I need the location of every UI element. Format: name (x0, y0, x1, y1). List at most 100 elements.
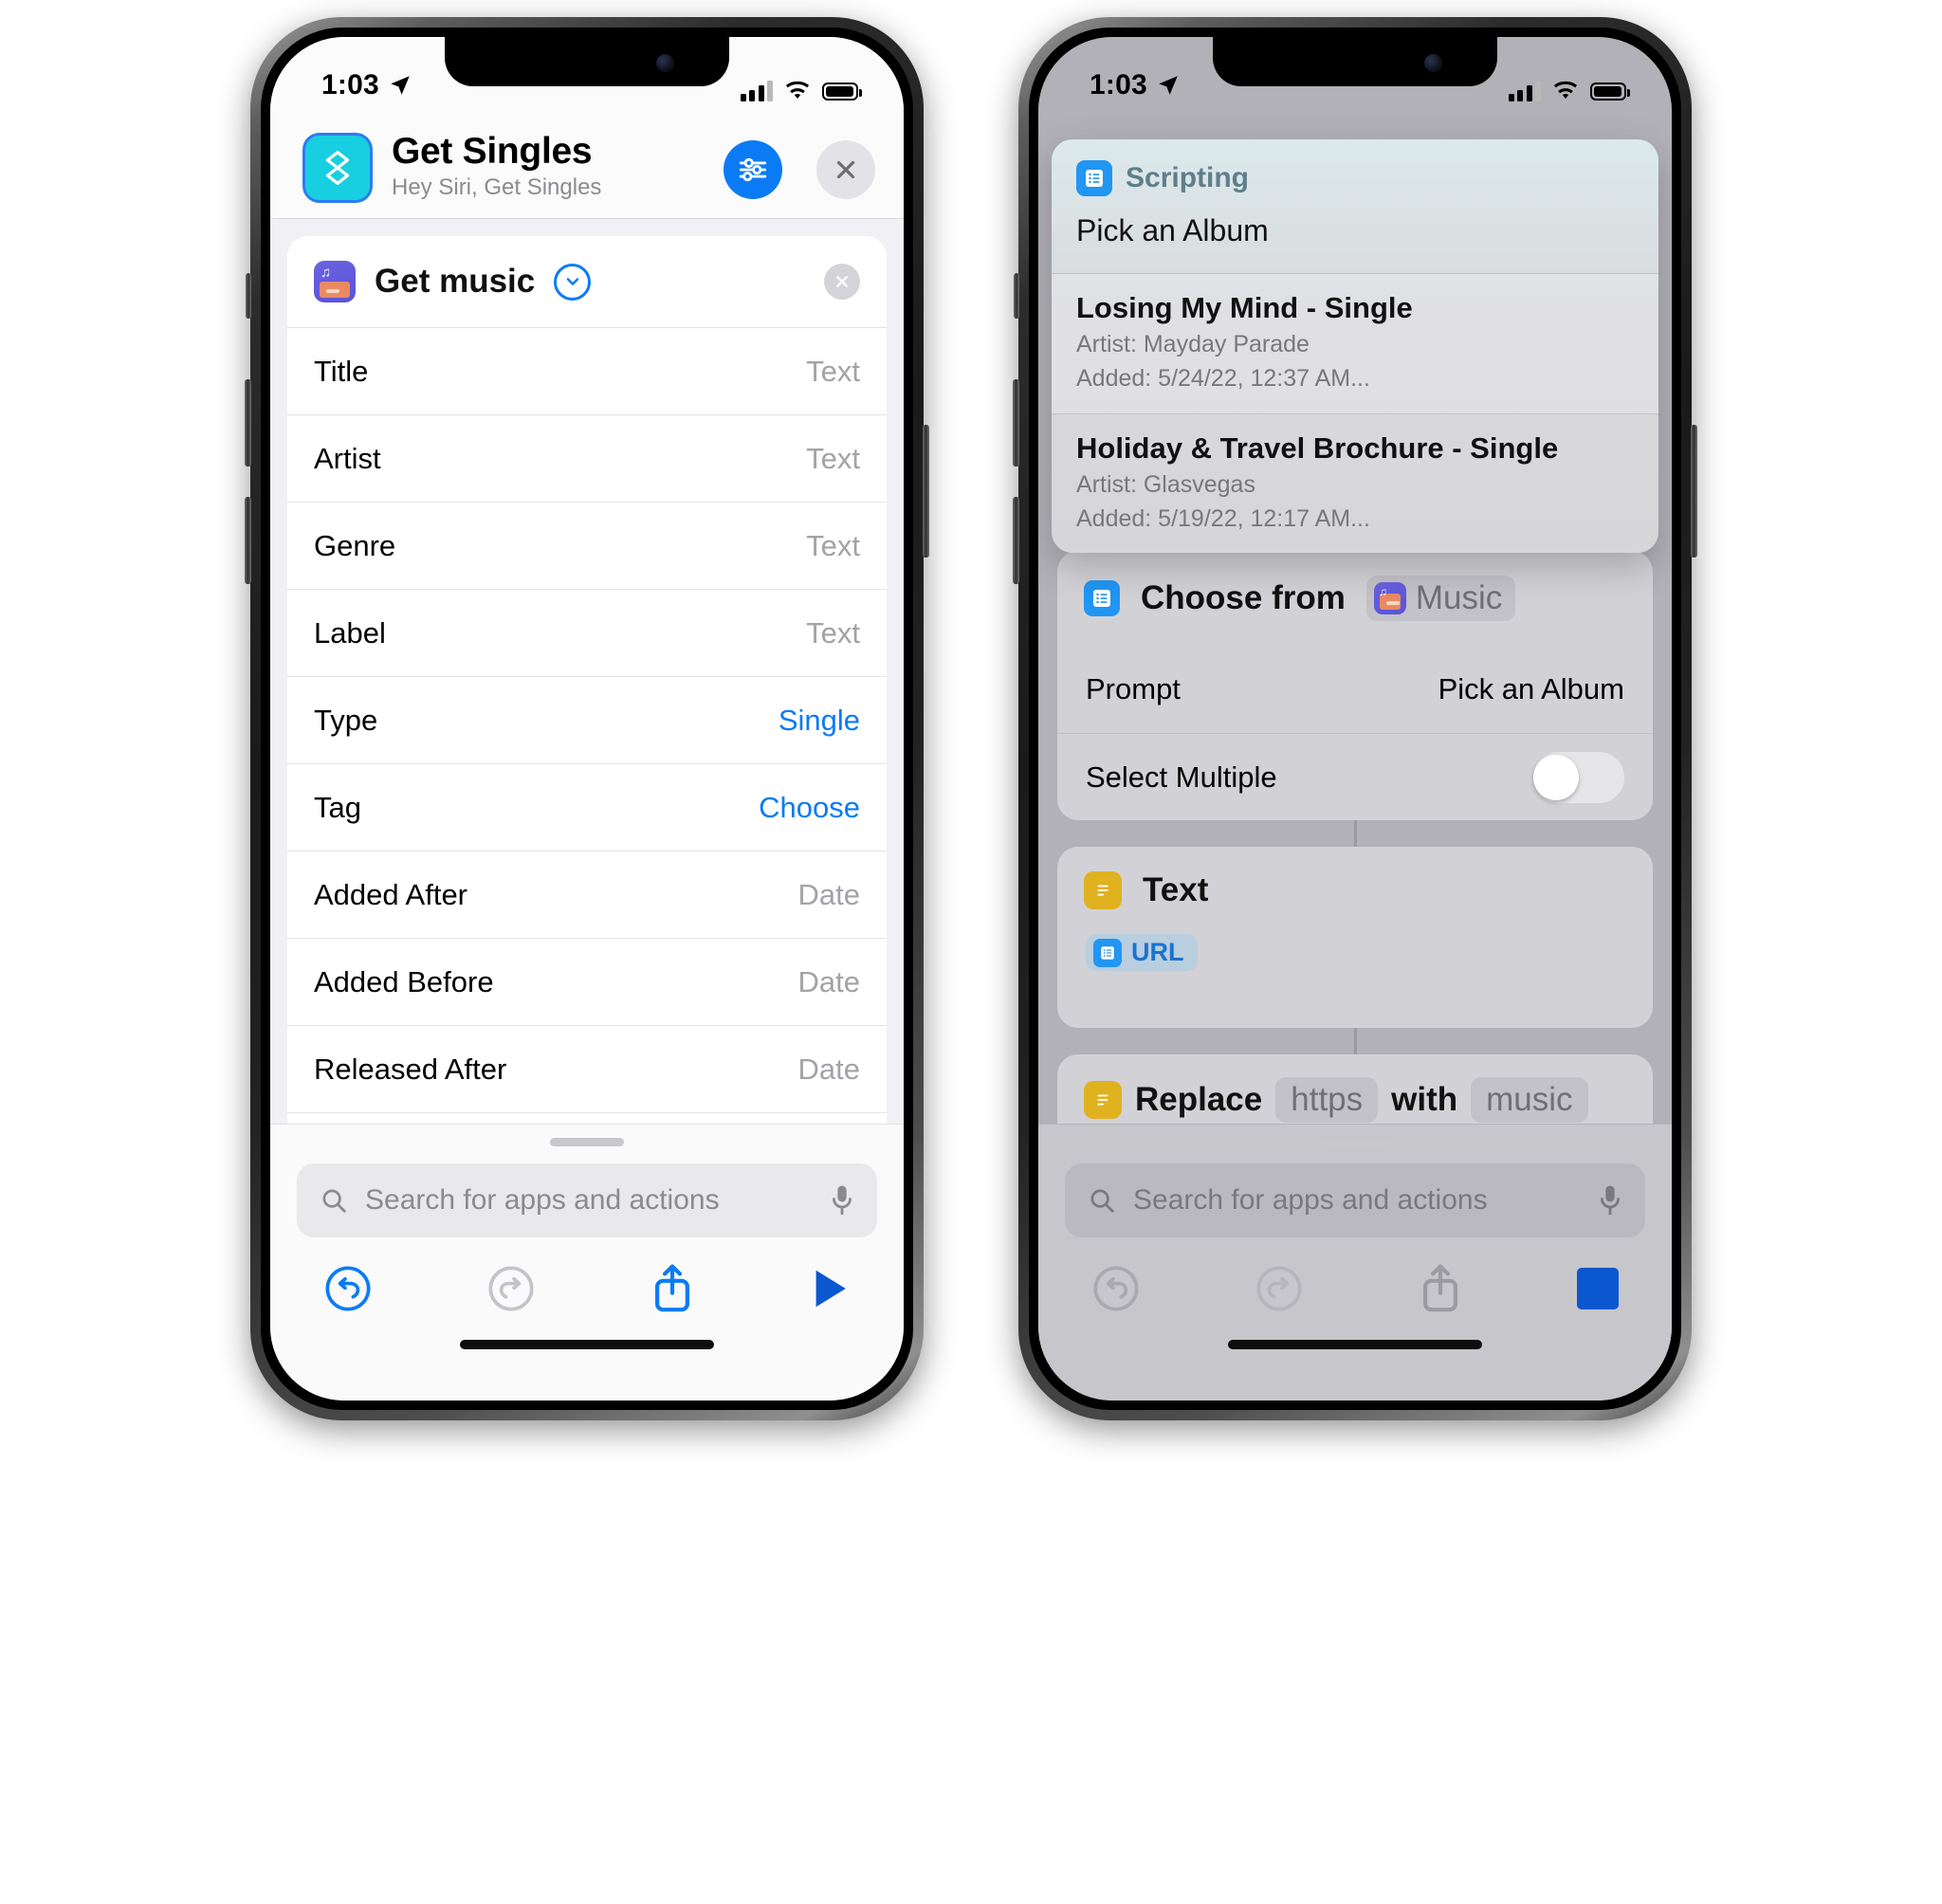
text-action-card: Text URL (1057, 847, 1653, 1028)
row-value[interactable]: Text (806, 355, 860, 389)
share-icon[interactable] (1418, 1262, 1463, 1315)
list-glyph (1093, 590, 1110, 607)
row-label: Label (314, 615, 386, 650)
sheet-grabber[interactable] (550, 1138, 624, 1146)
search-input[interactable]: Search for apps and actions (365, 1184, 813, 1217)
sheet-grabber[interactable] (1318, 1138, 1392, 1146)
album-artist: Artist: Mayday Parade (1076, 331, 1310, 357)
get-music-action-card: ♫ Get music Title Text Artist Text Genre… (287, 236, 887, 1124)
home-indicator[interactable] (460, 1340, 714, 1349)
row-prompt[interactable]: Prompt Pick an Album (1057, 646, 1653, 733)
row-value[interactable]: Choose (759, 791, 860, 825)
search-bar[interactable]: Search for apps and actions (297, 1163, 877, 1237)
action-title: Text (1143, 871, 1209, 908)
with-word: with (1391, 1081, 1458, 1118)
scripting-icon (1084, 580, 1120, 616)
action-card-header[interactable]: Choose from ♫ Music (1057, 551, 1653, 646)
chevron-down-circle-icon[interactable] (554, 263, 592, 301)
row-value[interactable]: Pick an Album (1438, 672, 1624, 706)
share-icon[interactable] (650, 1262, 695, 1315)
remove-glyph (836, 276, 848, 287)
action-connector (1353, 820, 1357, 847)
row-artist[interactable]: Artist Text (287, 414, 887, 502)
dialog-app-name: Scripting (1126, 162, 1250, 193)
action-card-header[interactable]: ♫ Get music (287, 236, 887, 327)
replace-action-row[interactable]: Replace https with music in Text (1057, 1054, 1653, 1124)
list-item[interactable]: Holiday & Travel Brochure - Single Artis… (1052, 412, 1658, 554)
volume-down-button[interactable] (1013, 497, 1019, 584)
close-icon (836, 160, 855, 179)
scripting-icon (1076, 160, 1112, 196)
volume-up-button[interactable] (245, 379, 251, 467)
editor-toolbar (270, 1237, 904, 1315)
row-label: Tag (314, 790, 361, 824)
dialog-header: Scripting (1052, 139, 1658, 202)
url-token[interactable]: URL (1086, 934, 1198, 971)
left-phone: 1:03 Get Singles Hey Siri, Get Singles ♫… (245, 17, 929, 1420)
microphone-icon[interactable] (830, 1184, 854, 1217)
choose-from-action-card: Choose from ♫ Music Prompt Pick an Album… (1057, 551, 1653, 820)
music-app-icon: ♫ (314, 261, 356, 302)
home-indicator[interactable] (1228, 1340, 1482, 1349)
undo-icon[interactable] (323, 1264, 373, 1313)
close-button[interactable] (816, 140, 875, 199)
screenshot-stage: 1:03 Get Singles Hey Siri, Get Singles ♫… (0, 0, 1942, 1904)
row-added-before[interactable]: Added Before Date (287, 938, 887, 1025)
music-token[interactable]: ♫ Music (1365, 576, 1516, 621)
row-genre[interactable]: Genre Text (287, 502, 887, 589)
row-select-multiple[interactable]: Select Multiple (1057, 733, 1653, 820)
row-label: Released After (314, 1052, 507, 1086)
action-title: Choose from (1141, 579, 1346, 616)
right-phone: 1:03 Load Art (1013, 17, 1697, 1420)
chevron-down-glyph (566, 278, 578, 285)
album-title: Holiday & Travel Brochure - Single (1076, 430, 1559, 465)
shortcut-settings-button[interactable] (724, 140, 782, 199)
play-icon[interactable] (809, 1266, 851, 1311)
mute-switch[interactable] (246, 273, 251, 319)
volume-up-button[interactable] (1013, 379, 1019, 467)
shortcuts-icon (302, 133, 373, 203)
album-artist: Artist: Glasvegas (1076, 470, 1255, 498)
row-title[interactable]: Title Text (287, 327, 887, 414)
power-button[interactable] (923, 425, 929, 558)
action-card-header[interactable]: Text (1057, 847, 1653, 934)
find-token[interactable]: https (1275, 1077, 1379, 1123)
volume-down-button[interactable] (245, 497, 251, 584)
row-value[interactable]: Date (798, 878, 860, 912)
shortcut-editor-body[interactable]: ♫ Get music Title Text Artist Text Genre… (270, 219, 904, 1124)
list-glyph (1101, 945, 1114, 960)
row-value[interactable]: Single (779, 704, 860, 738)
power-button[interactable] (1691, 425, 1697, 558)
row-value[interactable]: Text (806, 616, 860, 650)
album-added: Added: 5/19/22, 12:17 AM... (1076, 504, 1370, 532)
row-added-after[interactable]: Added After Date (287, 851, 887, 938)
sliders-icon (739, 157, 767, 182)
row-released-after[interactable]: Released After Date (287, 1025, 887, 1112)
row-value[interactable]: Text (806, 442, 860, 476)
row-label: Type (314, 703, 378, 737)
choose-from-list-dialog[interactable]: Scripting Pick an Album Losing My Mind -… (1052, 139, 1658, 553)
microphone-icon[interactable] (1598, 1184, 1622, 1217)
row-label-field[interactable]: Label Text (287, 589, 887, 676)
row-released-before[interactable]: Released Before Date (287, 1112, 887, 1124)
redo-icon (1256, 1266, 1302, 1311)
action-title: Get music (375, 263, 536, 300)
replacement-token[interactable]: music (1471, 1077, 1588, 1123)
right-screen: 1:03 Load Art (1038, 37, 1672, 1401)
search-bar[interactable]: Search for apps and actions (1065, 1163, 1645, 1237)
list-item[interactable]: Losing My Mind - Single Artist: Mayday P… (1052, 273, 1658, 413)
undo-icon (1093, 1266, 1139, 1311)
row-label: Select Multiple (1086, 760, 1277, 794)
row-value[interactable]: Date (798, 1053, 860, 1087)
row-value[interactable]: Date (798, 965, 860, 999)
notch (445, 37, 729, 86)
row-value[interactable]: Text (806, 529, 860, 563)
remove-circle-icon[interactable] (824, 264, 860, 300)
row-type[interactable]: Type Single (287, 676, 887, 763)
row-tag[interactable]: Tag Choose (287, 763, 887, 851)
text-icon (1084, 1081, 1122, 1119)
mute-switch[interactable] (1014, 273, 1019, 319)
stop-icon[interactable] (1577, 1268, 1619, 1309)
select-multiple-toggle[interactable] (1533, 751, 1624, 803)
search-input[interactable]: Search for apps and actions (1133, 1184, 1581, 1217)
